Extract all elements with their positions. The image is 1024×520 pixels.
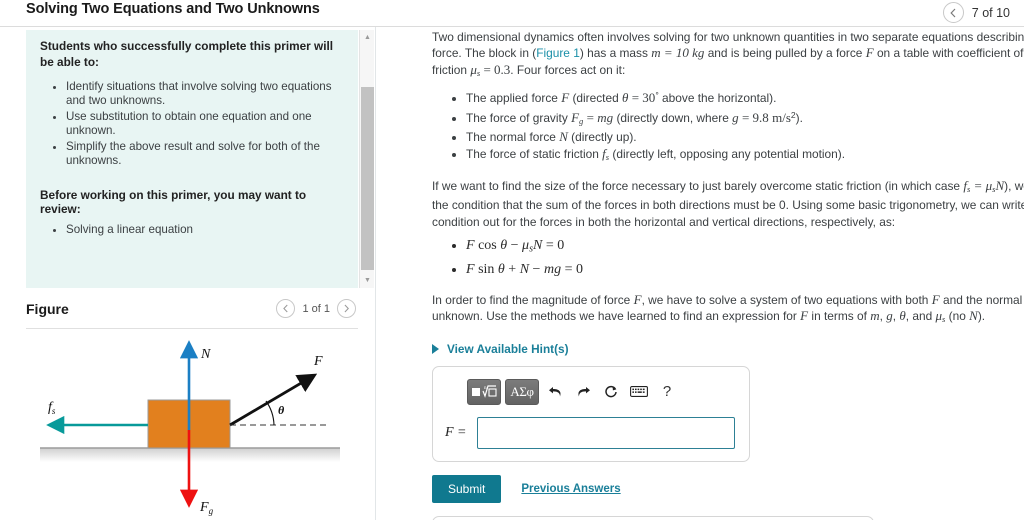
- header-pager: 7 of 10: [942, 2, 1010, 23]
- friction-paragraph-line-2: the condition that the sum of the forces…: [432, 198, 1024, 213]
- figure-page-indicator: 1 of 1: [302, 302, 330, 315]
- friction-paragraph-line-1: If we want to find the size of the force…: [432, 178, 1024, 198]
- keyboard-icon: [630, 386, 648, 397]
- view-hints-label: View Available Hint(s): [447, 341, 569, 356]
- answer-row: F =: [445, 416, 737, 449]
- answer-input[interactable]: [476, 416, 735, 449]
- scroll-up-arrow-icon[interactable]: ▲: [360, 30, 375, 45]
- undo-icon: [548, 387, 561, 397]
- intro-text-e: friction: [432, 62, 471, 77]
- figure-1-link[interactable]: Figure 1: [536, 46, 580, 60]
- figure-title: Figure: [26, 301, 69, 317]
- chevron-left-icon: [283, 304, 289, 313]
- math-symbols-button[interactable]: ΑΣφ: [505, 378, 539, 405]
- intro-text-d: on a table with coefficient of stat: [876, 46, 1024, 61]
- equations-list: F cos θ − μsN = 0 F sin θ + N − mg = 0: [432, 236, 1024, 280]
- previous-page-button[interactable]: [942, 2, 964, 23]
- closing-paragraph-line-2: unknown. Use the methods we have learned…: [432, 307, 986, 325]
- previous-answers-link[interactable]: Previous Answers: [521, 483, 620, 495]
- objectives-panel: Students who successfully complete this …: [26, 30, 358, 288]
- figure-previous-button[interactable]: [276, 299, 296, 318]
- intro-text-a: force. The block in (: [432, 46, 537, 61]
- undo-button[interactable]: [543, 379, 567, 405]
- gravity-force-label: Fg: [199, 500, 214, 516]
- list-item: The force of gravity Fg = mg (directly d…: [466, 107, 1024, 130]
- math-symbols-label: ΑΣφ: [510, 383, 534, 399]
- left-pane: Students who successfully complete this …: [0, 27, 375, 520]
- left-panel-scrollbar[interactable]: ▲ ▼: [359, 30, 374, 288]
- submit-row: Submit Previous Answers: [432, 474, 1024, 503]
- intro-text-f: . Four forces act on it:: [510, 62, 626, 77]
- friction-paragraph-line-3: condition out for the forces in both the…: [432, 214, 896, 229]
- redo-icon: [577, 387, 590, 397]
- chevron-right-icon: [344, 304, 349, 313]
- answer-entry-card: n ΑΣφ ? F =: [432, 365, 750, 462]
- friction-text-a: If we want to find the size of the force…: [432, 178, 964, 193]
- help-button[interactable]: question-mark-icon?: [655, 379, 679, 405]
- page-indicator: 7 of 10: [971, 5, 1010, 20]
- reset-icon: [605, 385, 617, 397]
- figure-header: Figure 1 of 1: [26, 299, 358, 329]
- angle-label: θ: [278, 403, 285, 417]
- friction-force-label: fs: [48, 400, 56, 416]
- applied-force-label: F: [313, 354, 323, 369]
- reset-button[interactable]: [599, 379, 623, 405]
- scrollbar-thumb[interactable]: [361, 87, 374, 270]
- list-item: Use substitution to obtain one equation …: [66, 110, 342, 139]
- intro-text-b: ) has a mass: [579, 46, 652, 61]
- figure-next-button[interactable]: [337, 299, 356, 318]
- normal-force-label: N: [200, 347, 211, 362]
- math-toolbar: n ΑΣφ ?: [445, 377, 737, 407]
- page-title: Solving Two Equations and Two Unknowns: [26, 1, 320, 17]
- math-template-icon: n: [472, 385, 497, 398]
- normal-symbol: N: [995, 177, 1005, 193]
- view-hints-button[interactable]: View Available Hint(s): [376, 342, 1024, 356]
- list-item: Identify situations that involve solving…: [66, 80, 342, 109]
- list-item: Solving a linear equation: [66, 223, 342, 237]
- list-item: The normal force N (directly up).: [466, 129, 1024, 146]
- list-item: Simplify the above result and solve for …: [66, 140, 342, 169]
- chevron-left-icon: [950, 8, 956, 17]
- applied-force-arrow: [229, 373, 318, 427]
- objectives-heading: Students who successfully complete this …: [40, 39, 334, 69]
- list-item: F sin θ + N − mg = 0: [466, 260, 1024, 280]
- list-item: The applied force F (directed θ = 30° ab…: [466, 87, 1024, 106]
- answer-label: F =: [445, 424, 467, 440]
- closing-paragraph-line-1: In order to find the magnitude of force …: [432, 291, 1024, 307]
- fs-equals-mu: = μ: [970, 177, 993, 193]
- review-list: Solving a linear equation: [40, 223, 342, 237]
- mass-expression: m = 10 kg: [651, 45, 705, 61]
- intro-line-3: friction μs = 0.3. Four forces act on it…: [432, 62, 1024, 82]
- intro-line-2: force. The block in (Figure 1) has a mas…: [432, 45, 1024, 61]
- feedback-panel: ✗ Incorrect; Try Again; 4 attempts remai…: [432, 515, 874, 520]
- mu-value: = 0.3: [480, 61, 511, 77]
- objectives-list: Identify situations that involve solving…: [40, 80, 342, 168]
- force-symbol: F: [865, 45, 874, 61]
- scroll-down-arrow-icon[interactable]: ▼: [360, 273, 375, 288]
- forces-list: The applied force F (directed θ = 30° ab…: [432, 87, 1024, 165]
- submit-button[interactable]: Submit: [432, 474, 502, 503]
- page-header: Solving Two Equations and Two Unknowns 7…: [0, 0, 1024, 27]
- triangle-right-icon: [432, 343, 439, 354]
- review-heading: Before working on this primer, you may w…: [40, 188, 307, 217]
- list-item: The force of static friction fs (directl…: [466, 146, 1024, 166]
- intro-text-c: and is being pulled by a force: [704, 46, 866, 61]
- intro-line-1: Two dimensional dynamics often involves …: [432, 30, 1024, 44]
- redo-button[interactable]: [571, 379, 595, 405]
- math-template-button[interactable]: n: [467, 378, 501, 405]
- main-content-pane: Two dimensional dynamics often involves …: [376, 27, 1024, 520]
- figure-pager: 1 of 1: [276, 299, 356, 318]
- keyboard-button[interactable]: [627, 379, 651, 405]
- friction-text-b: ), we us: [1004, 178, 1024, 193]
- free-body-diagram: N Fg fs F θ: [40, 340, 340, 516]
- list-item: F cos θ − μsN = 0: [466, 236, 1024, 260]
